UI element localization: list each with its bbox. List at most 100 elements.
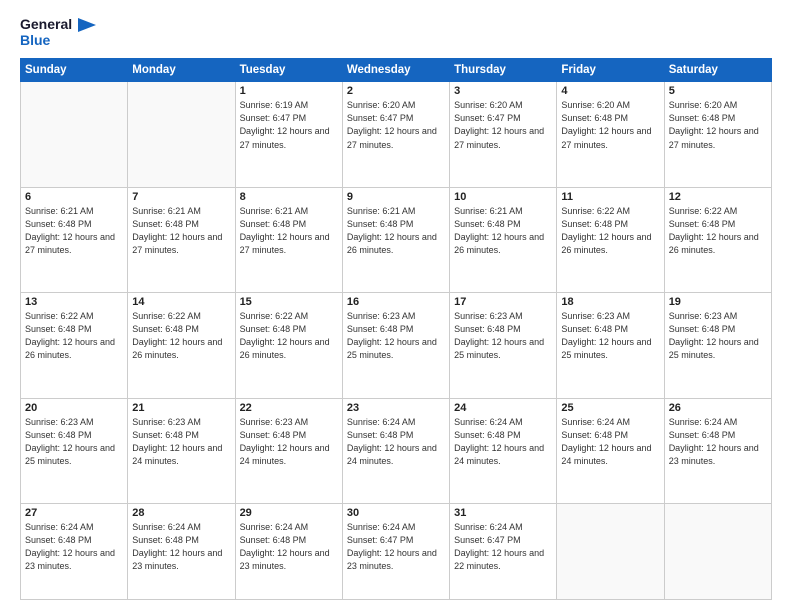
day-info: Sunrise: 6:23 AM Sunset: 6:48 PM Dayligh… [240,416,338,468]
calendar-cell: 17 Sunrise: 6:23 AM Sunset: 6:48 PM Dayli… [450,293,557,398]
calendar-cell: 29 Sunrise: 6:24 AM Sunset: 6:48 PM Dayli… [235,504,342,600]
calendar-cell: 11 Sunrise: 6:22 AM Sunset: 6:48 PM Dayli… [557,187,664,292]
day-number: 7 [132,191,230,203]
logo: General Blue [20,16,96,48]
calendar-cell: 5Sunrise: 6:20 AM Sunset: 6:48 PM Daylig… [664,82,771,187]
day-info: Sunrise: 6:23 AM Sunset: 6:48 PM Dayligh… [132,416,230,468]
day-info: Sunrise: 6:24 AM Sunset: 6:48 PM Dayligh… [669,416,767,468]
day-number: 21 [132,402,230,414]
calendar-cell [128,82,235,187]
weekday-header: Saturday [664,59,771,82]
calendar-cell [664,504,771,600]
day-info: Sunrise: 6:23 AM Sunset: 6:48 PM Dayligh… [669,310,767,362]
day-info: Sunrise: 6:24 AM Sunset: 6:48 PM Dayligh… [25,521,123,573]
day-info: Sunrise: 6:24 AM Sunset: 6:48 PM Dayligh… [347,416,445,468]
day-info: Sunrise: 6:24 AM Sunset: 6:48 PM Dayligh… [240,521,338,573]
calendar-cell: 26 Sunrise: 6:24 AM Sunset: 6:48 PM Dayli… [664,398,771,503]
calendar-cell: 12Sunrise: 6:22 AM Sunset: 6:48 PM Dayli… [664,187,771,292]
day-info: Sunrise: 6:23 AM Sunset: 6:48 PM Dayligh… [561,310,659,362]
day-number: 14 [132,296,230,308]
day-info: Sunrise: 6:24 AM Sunset: 6:48 PM Dayligh… [561,416,659,468]
day-info: Sunrise: 6:22 AM Sunset: 6:48 PM Dayligh… [132,310,230,362]
logo-arrow-icon [78,18,96,32]
day-number: 2 [347,85,445,97]
day-number: 9 [347,191,445,203]
day-number: 23 [347,402,445,414]
calendar-cell: 31 Sunrise: 6:24 AM Sunset: 6:47 PM Dayli… [450,504,557,600]
weekday-header: Friday [557,59,664,82]
day-info: Sunrise: 6:21 AM Sunset: 6:48 PM Dayligh… [132,205,230,257]
day-info: Sunrise: 6:24 AM Sunset: 6:47 PM Dayligh… [454,521,552,573]
calendar-cell: 6 Sunrise: 6:21 AM Sunset: 6:48 PM Daylig… [21,187,128,292]
calendar-cell: 22 Sunrise: 6:23 AM Sunset: 6:48 PM Dayli… [235,398,342,503]
calendar-table: SundayMondayTuesdayWednesdayThursdayFrid… [20,58,772,600]
weekday-header: Wednesday [342,59,449,82]
day-info: Sunrise: 6:19 AM Sunset: 6:47 PM Dayligh… [240,99,338,151]
day-info: Sunrise: 6:23 AM Sunset: 6:48 PM Dayligh… [347,310,445,362]
day-number: 20 [25,402,123,414]
day-info: Sunrise: 6:23 AM Sunset: 6:48 PM Dayligh… [25,416,123,468]
day-number: 15 [240,296,338,308]
weekday-header: Tuesday [235,59,342,82]
day-number: 25 [561,402,659,414]
day-info: Sunrise: 6:24 AM Sunset: 6:47 PM Dayligh… [347,521,445,573]
calendar-cell: 8 Sunrise: 6:21 AM Sunset: 6:48 PM Daylig… [235,187,342,292]
calendar-cell: 7 Sunrise: 6:21 AM Sunset: 6:48 PM Daylig… [128,187,235,292]
calendar-cell: 25 Sunrise: 6:24 AM Sunset: 6:48 PM Dayli… [557,398,664,503]
calendar-cell: 27 Sunrise: 6:24 AM Sunset: 6:48 PM Dayli… [21,504,128,600]
calendar-cell: 21 Sunrise: 6:23 AM Sunset: 6:48 PM Dayli… [128,398,235,503]
day-number: 28 [132,507,230,519]
day-number: 17 [454,296,552,308]
day-number: 16 [347,296,445,308]
day-info: Sunrise: 6:21 AM Sunset: 6:48 PM Dayligh… [240,205,338,257]
calendar-cell: 28 Sunrise: 6:24 AM Sunset: 6:48 PM Dayli… [128,504,235,600]
calendar-cell: 16 Sunrise: 6:23 AM Sunset: 6:48 PM Dayli… [342,293,449,398]
calendar-cell: 19 Sunrise: 6:23 AM Sunset: 6:48 PM Dayli… [664,293,771,398]
logo-text: General Blue [20,16,96,48]
calendar-cell: 10 Sunrise: 6:21 AM Sunset: 6:48 PM Dayli… [450,187,557,292]
day-number: 4 [561,85,659,97]
day-number: 10 [454,191,552,203]
day-number: 29 [240,507,338,519]
day-info: Sunrise: 6:22 AM Sunset: 6:48 PM Dayligh… [240,310,338,362]
day-number: 22 [240,402,338,414]
header: General Blue [20,16,772,48]
day-number: 27 [25,507,123,519]
day-info: Sunrise: 6:20 AM Sunset: 6:47 PM Dayligh… [454,99,552,151]
day-number: 11 [561,191,659,203]
day-number: 1 [240,85,338,97]
day-number: 26 [669,402,767,414]
day-info: Sunrise: 6:21 AM Sunset: 6:48 PM Dayligh… [25,205,123,257]
calendar-cell: 15 Sunrise: 6:22 AM Sunset: 6:48 PM Dayli… [235,293,342,398]
day-info: Sunrise: 6:20 AM Sunset: 6:48 PM Dayligh… [669,99,767,151]
day-number: 6 [25,191,123,203]
day-number: 3 [454,85,552,97]
calendar-cell: 18 Sunrise: 6:23 AM Sunset: 6:48 PM Dayli… [557,293,664,398]
day-number: 13 [25,296,123,308]
day-number: 31 [454,507,552,519]
weekday-header: Sunday [21,59,128,82]
calendar-cell: 13 Sunrise: 6:22 AM Sunset: 6:48 PM Dayli… [21,293,128,398]
calendar-cell: 24Sunrise: 6:24 AM Sunset: 6:48 PM Dayli… [450,398,557,503]
calendar-cell: 3 Sunrise: 6:20 AM Sunset: 6:47 PM Daylig… [450,82,557,187]
weekday-header: Thursday [450,59,557,82]
day-number: 8 [240,191,338,203]
day-info: Sunrise: 6:21 AM Sunset: 6:48 PM Dayligh… [454,205,552,257]
day-info: Sunrise: 6:20 AM Sunset: 6:48 PM Dayligh… [561,99,659,151]
weekday-header: Monday [128,59,235,82]
calendar-cell [21,82,128,187]
day-info: Sunrise: 6:22 AM Sunset: 6:48 PM Dayligh… [561,205,659,257]
day-info: Sunrise: 6:22 AM Sunset: 6:48 PM Dayligh… [25,310,123,362]
calendar-cell: 14 Sunrise: 6:22 AM Sunset: 6:48 PM Dayli… [128,293,235,398]
day-info: Sunrise: 6:23 AM Sunset: 6:48 PM Dayligh… [454,310,552,362]
calendar-cell [557,504,664,600]
day-info: Sunrise: 6:22 AM Sunset: 6:48 PM Dayligh… [669,205,767,257]
day-info: Sunrise: 6:24 AM Sunset: 6:48 PM Dayligh… [132,521,230,573]
day-number: 18 [561,296,659,308]
day-number: 19 [669,296,767,308]
calendar-cell: 9Sunrise: 6:21 AM Sunset: 6:48 PM Daylig… [342,187,449,292]
day-info: Sunrise: 6:20 AM Sunset: 6:47 PM Dayligh… [347,99,445,151]
calendar-cell: 1 Sunrise: 6:19 AM Sunset: 6:47 PM Daylig… [235,82,342,187]
page: General Blue SundayMondayTuesdayWednesda… [0,0,792,612]
day-number: 30 [347,507,445,519]
